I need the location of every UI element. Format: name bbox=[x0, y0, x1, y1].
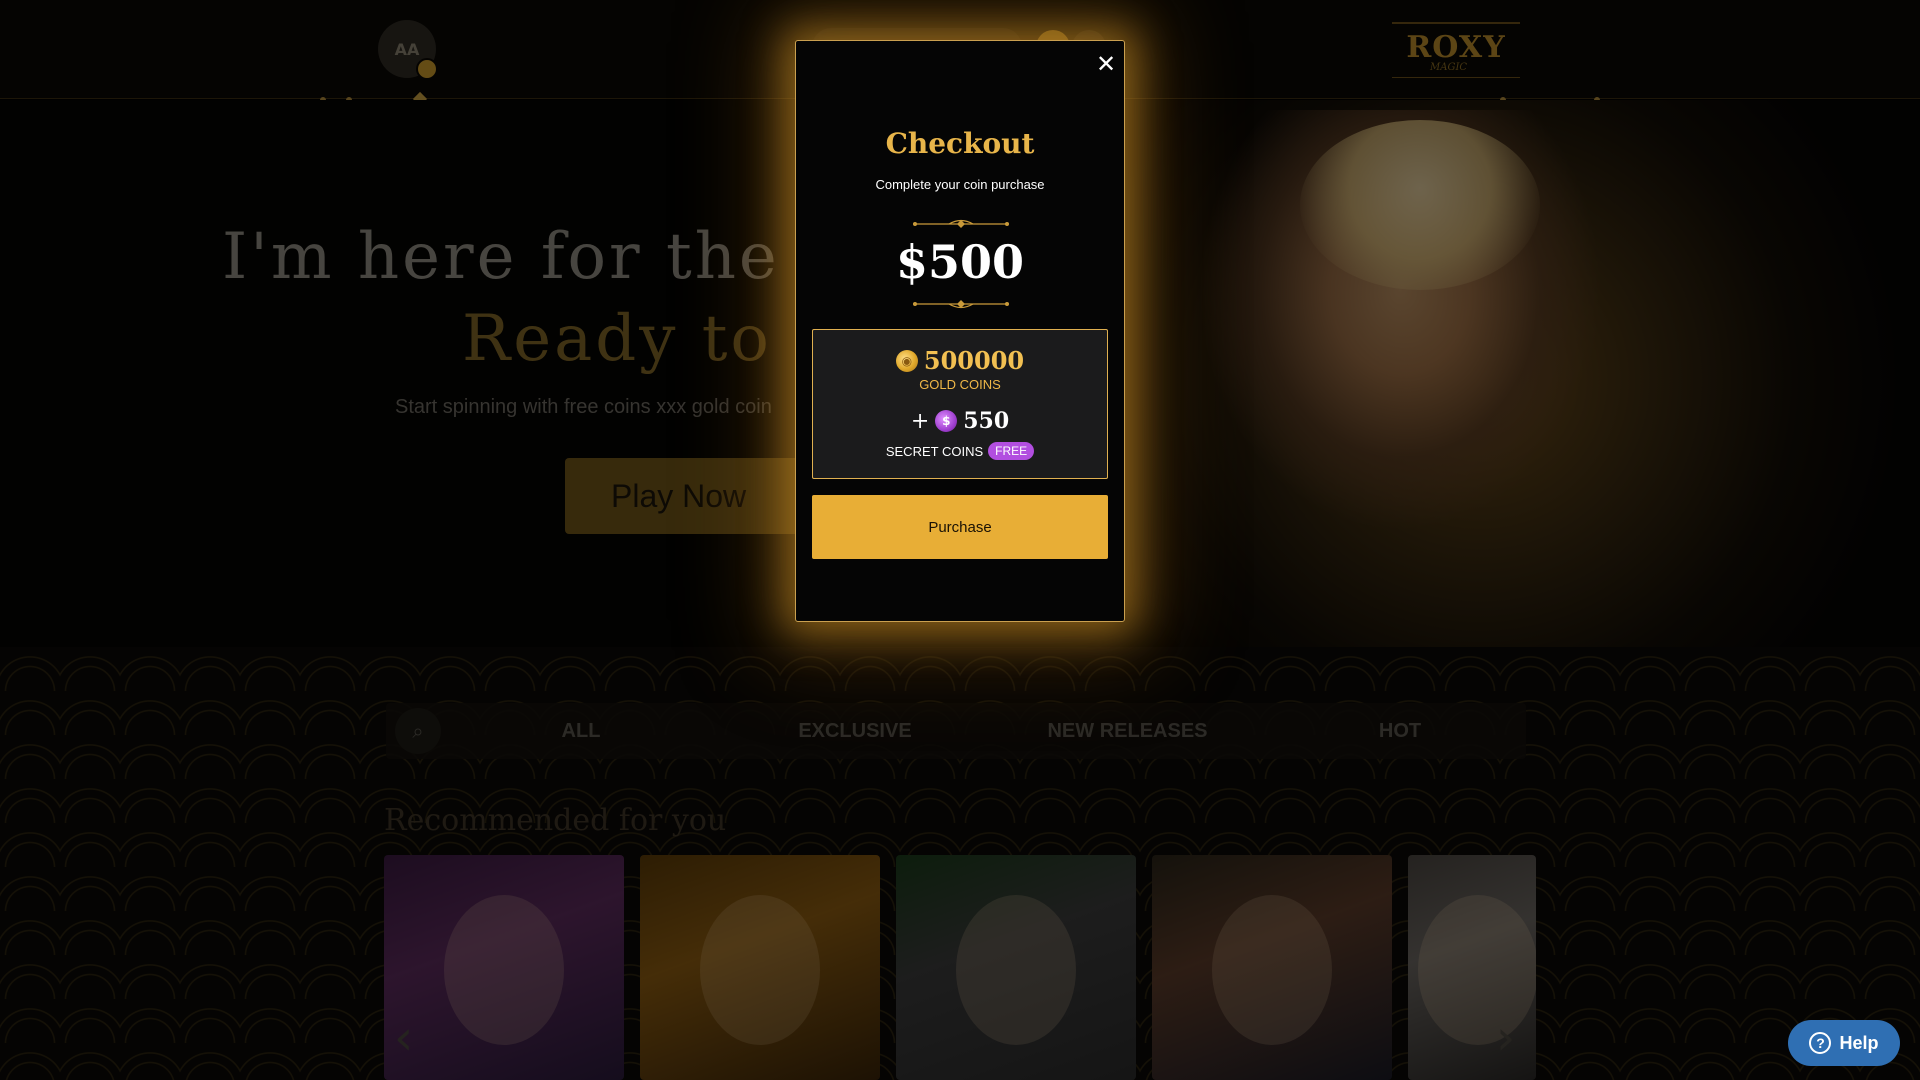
secret-coins-label-row: SECRET COINS FREE bbox=[813, 442, 1107, 460]
price-amount: $500 bbox=[895, 235, 1025, 289]
checkout-modal: ✕ Checkout Complete your coin purchase $… bbox=[795, 40, 1125, 622]
plus-sign: + bbox=[910, 408, 930, 434]
secret-coins-amount: 550 bbox=[963, 408, 1010, 434]
help-button[interactable]: ? Help bbox=[1788, 1020, 1900, 1066]
question-icon: ? bbox=[1809, 1032, 1832, 1054]
modal-subtitle: Complete your coin purchase bbox=[875, 177, 1045, 192]
close-icon[interactable]: ✕ bbox=[1093, 50, 1119, 78]
flourish-top-icon bbox=[913, 219, 1009, 228]
coin-package-summary: ◉ 500000 GOLD COINS + $ 550 SECRET COINS… bbox=[812, 329, 1108, 479]
free-badge: FREE bbox=[988, 442, 1035, 460]
secret-coins-label: SECRET COINS bbox=[885, 443, 984, 459]
purchase-button[interactable]: Purchase bbox=[812, 495, 1108, 559]
modal-title: Checkout bbox=[885, 127, 1035, 160]
gold-coins-amount: 500000 bbox=[923, 346, 1025, 375]
flourish-bottom-icon bbox=[913, 300, 1009, 309]
gold-coins-label: GOLD COINS bbox=[919, 377, 1001, 392]
gold-coin-icon: ◉ bbox=[895, 349, 918, 372]
secret-coins-row: + $ 550 bbox=[813, 408, 1107, 434]
secret-coin-icon: $ bbox=[935, 410, 958, 432]
gold-coins-row: ◉ 500000 bbox=[813, 346, 1107, 375]
page-root: AA ROXY MAGIC I'm here for the ga Ready … bbox=[0, 0, 1920, 1080]
help-label: Help bbox=[1839, 1032, 1879, 1053]
